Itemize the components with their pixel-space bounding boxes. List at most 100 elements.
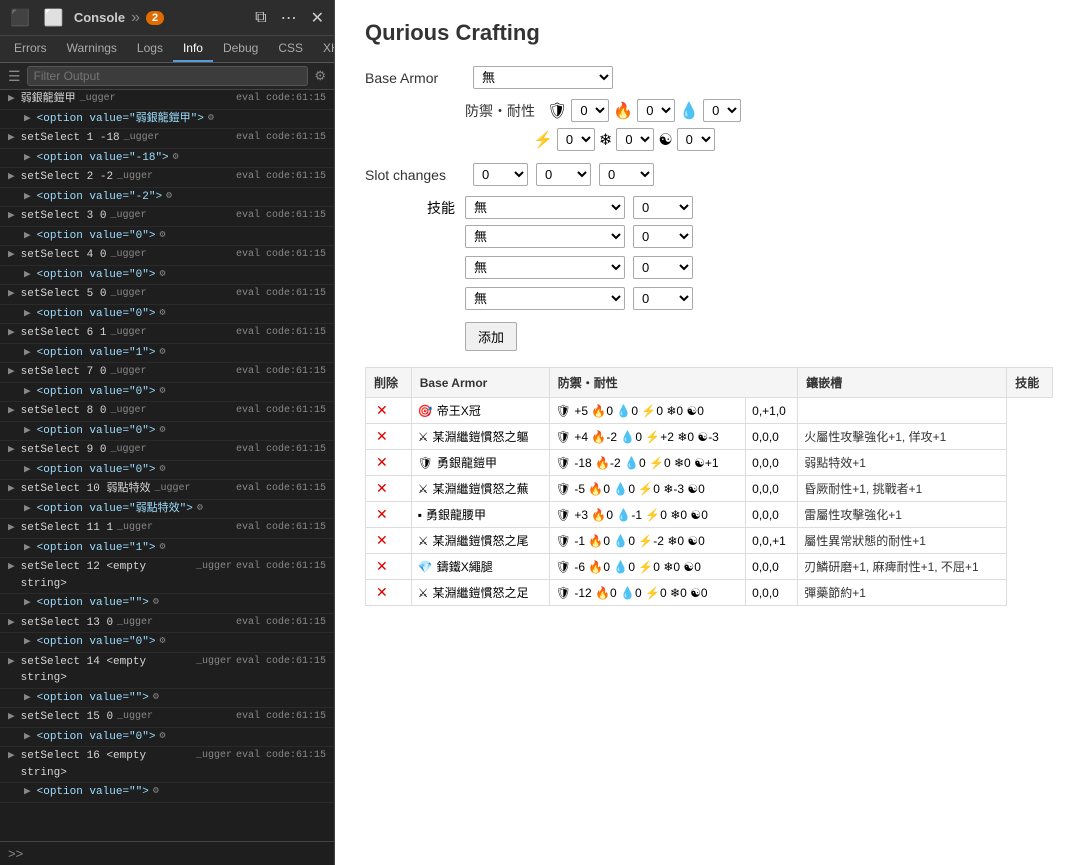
sub-expand-arrow[interactable]: ▶ — [24, 690, 31, 707]
tab-logs[interactable]: Logs — [127, 36, 173, 62]
add-button[interactable]: 添加 — [465, 322, 517, 351]
water-select[interactable]: 0 — [703, 99, 741, 122]
sub-expand-arrow[interactable]: ▶ — [24, 729, 31, 746]
expand-arrow[interactable]: ▶ — [8, 481, 15, 498]
sub-expand-arrow[interactable]: ▶ — [24, 150, 31, 167]
delete-button[interactable]: ✕ — [372, 428, 392, 445]
expand-arrow[interactable]: ▶ — [8, 615, 15, 632]
resistance-cell: 🛡 -1 🔥0 💧0 ⚡-2 ❄0 ☯0 — [549, 528, 745, 554]
def-val: -18 — [574, 456, 591, 470]
slot3-select[interactable]: 0 — [599, 163, 654, 186]
delete-button[interactable]: ✕ — [372, 454, 392, 471]
dock-icon[interactable]: ⬛ — [6, 6, 34, 30]
gear-icon[interactable]: ⚙ — [159, 729, 165, 746]
gear-icon[interactable]: ⚙ — [197, 501, 203, 518]
copy-icon[interactable]: ⧉ — [251, 7, 270, 29]
expand-arrow[interactable]: ▶ — [8, 709, 15, 726]
gear-icon[interactable]: ⚙ — [159, 345, 165, 362]
console-ref: eval code:61:15 — [236, 709, 326, 726]
overflow-icon[interactable]: ⋯ — [277, 6, 301, 30]
sub-expand-arrow[interactable]: ▶ — [24, 306, 31, 323]
tab-warnings[interactable]: Warnings — [57, 36, 127, 62]
gear-icon[interactable]: ⚙ — [153, 595, 159, 612]
expand-arrow[interactable]: ▶ — [8, 403, 15, 420]
tab-debug[interactable]: Debug — [213, 36, 268, 62]
sub-expand-arrow[interactable]: ▶ — [24, 784, 31, 801]
skill1-val-select[interactable]: 0 — [633, 196, 693, 219]
expand-arrow[interactable]: ▶ — [8, 442, 15, 459]
gear-icon[interactable]: ⚙ — [153, 690, 159, 707]
sub-expand-arrow[interactable]: ▶ — [24, 384, 31, 401]
sub-expand-arrow[interactable]: ▶ — [24, 111, 31, 128]
settings-icon[interactable]: ⚙ — [314, 68, 326, 84]
expand-arrow[interactable]: ▶ — [8, 91, 15, 108]
expand-arrow[interactable]: ▶ — [8, 559, 15, 592]
expand-icon[interactable]: » — [131, 9, 140, 27]
delete-button[interactable]: ✕ — [372, 402, 392, 419]
sub-expand-arrow[interactable]: ▶ — [24, 189, 31, 206]
delete-button[interactable]: ✕ — [372, 558, 392, 575]
expand-arrow[interactable]: ▶ — [8, 520, 15, 537]
close-devtools-btn[interactable]: ✕ — [307, 6, 328, 30]
expand-arrow[interactable]: ▶ — [8, 247, 15, 264]
expand-arrow[interactable]: ▶ — [8, 325, 15, 342]
skill4-name-select[interactable]: 無 — [465, 287, 625, 310]
gear-icon[interactable]: ⚙ — [159, 384, 165, 401]
skill3-val-select[interactable]: 0 — [633, 256, 693, 279]
sub-expand-arrow[interactable]: ▶ — [24, 634, 31, 651]
expand-arrow[interactable]: ▶ — [8, 748, 15, 781]
skill1-name-select[interactable]: 無 — [465, 196, 625, 219]
base-armor-select[interactable]: 無 — [473, 66, 613, 89]
slot2-select[interactable]: 0 — [536, 163, 591, 186]
gear-icon[interactable]: ⚙ — [208, 111, 214, 128]
sub-expand-arrow[interactable]: ▶ — [24, 267, 31, 284]
results-table: 削除 Base Armor 防禦・耐性 鑲嵌槽 技能 ✕🎯帝王X冠🛡 +5 🔥0… — [365, 367, 1053, 606]
slot1-select[interactable]: 0 — [473, 163, 528, 186]
expand-arrow[interactable]: ▶ — [8, 654, 15, 687]
expand-arrow[interactable]: ▶ — [8, 208, 15, 225]
sub-expand-arrow[interactable]: ▶ — [24, 501, 31, 518]
fire-select[interactable]: 0 — [637, 99, 675, 122]
filter-input[interactable] — [27, 66, 309, 86]
command-input[interactable] — [29, 847, 326, 861]
delete-button[interactable]: ✕ — [372, 506, 392, 523]
defense-select[interactable]: 0 — [571, 99, 609, 122]
tab-errors[interactable]: Errors — [4, 36, 57, 62]
gear-icon[interactable]: ⚙ — [159, 267, 165, 284]
gear-icon[interactable]: ⚙ — [159, 423, 165, 440]
dragon-select[interactable]: 0 — [677, 128, 715, 151]
expand-arrow[interactable]: ▶ — [8, 364, 15, 381]
gear-icon[interactable]: ⚙ — [159, 634, 165, 651]
gear-icon[interactable]: ⚙ — [159, 228, 165, 245]
delete-button[interactable]: ✕ — [372, 584, 392, 601]
console-item: ▶setSelect 10 弱點特效_uggereval code:61:15 — [0, 480, 334, 500]
console-output[interactable]: ▶弱銀龍鎧甲_uggereval code:61:15▶<option valu… — [0, 90, 334, 841]
thunder-select[interactable]: 0 — [557, 128, 595, 151]
sub-expand-arrow[interactable]: ▶ — [24, 540, 31, 557]
delete-button[interactable]: ✕ — [372, 532, 392, 549]
skill2-val-select[interactable]: 0 — [633, 225, 693, 248]
tab-xhr[interactable]: XHR — [313, 36, 335, 62]
gear-icon[interactable]: ⚙ — [159, 540, 165, 557]
expand-arrow[interactable]: ▶ — [8, 169, 15, 186]
tab-info[interactable]: Info — [173, 36, 213, 62]
expand-arrow[interactable]: ▶ — [8, 286, 15, 303]
sub-expand-arrow[interactable]: ▶ — [24, 228, 31, 245]
skill2-name-select[interactable]: 無 — [465, 225, 625, 248]
gear-icon[interactable]: ⚙ — [159, 306, 165, 323]
armor-name: 勇銀龍腰甲 — [426, 508, 486, 522]
skill3-name-select[interactable]: 無 — [465, 256, 625, 279]
tab-css[interactable]: CSS — [268, 36, 313, 62]
sub-expand-arrow[interactable]: ▶ — [24, 345, 31, 362]
skill4-val-select[interactable]: 0 — [633, 287, 693, 310]
gear-icon[interactable]: ⚙ — [166, 189, 172, 206]
sub-expand-arrow[interactable]: ▶ — [24, 423, 31, 440]
sub-expand-arrow[interactable]: ▶ — [24, 595, 31, 612]
ice-select[interactable]: 0 — [616, 128, 654, 151]
sub-expand-arrow[interactable]: ▶ — [24, 462, 31, 479]
gear-icon[interactable]: ⚙ — [153, 784, 159, 801]
gear-icon[interactable]: ⚙ — [173, 150, 179, 167]
delete-button[interactable]: ✕ — [372, 480, 392, 497]
gear-icon[interactable]: ⚙ — [159, 462, 165, 479]
expand-arrow[interactable]: ▶ — [8, 130, 15, 147]
